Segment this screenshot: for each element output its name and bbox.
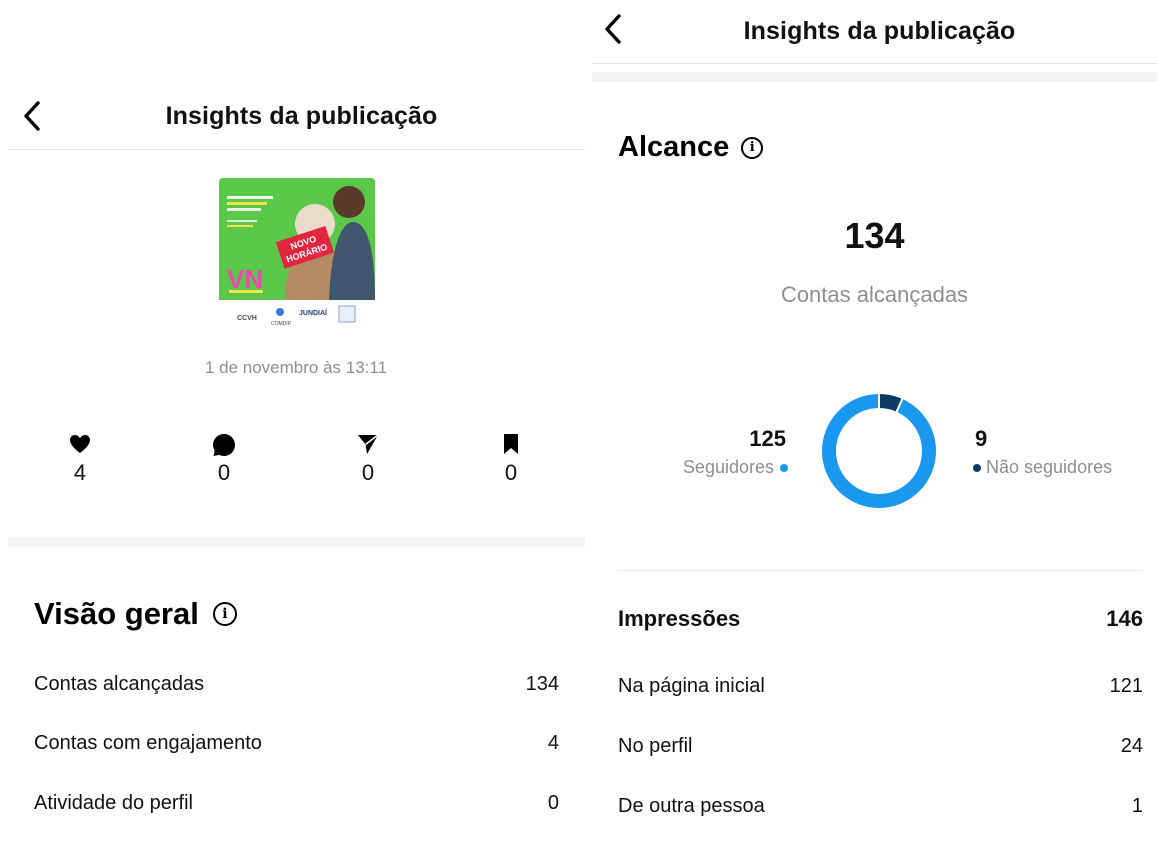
impressions-title: Impressões bbox=[618, 606, 741, 631]
reach-donut-chart bbox=[822, 393, 936, 508]
impressions-row-profile[interactable]: No perfil 24 bbox=[618, 735, 1143, 758]
saves-count: 0 bbox=[504, 460, 518, 485]
followers-legend: Seguidores bbox=[683, 457, 788, 478]
send-icon bbox=[348, 432, 388, 460]
non-followers-label: Não seguidores bbox=[986, 457, 1113, 477]
row-value: 134 bbox=[525, 673, 559, 695]
row-value: 4 bbox=[547, 732, 559, 754]
info-icon[interactable]: i bbox=[741, 136, 764, 159]
section-divider bbox=[592, 72, 1157, 82]
stat-likes: 4 bbox=[60, 432, 100, 486]
row-label: De outra pessoa bbox=[618, 795, 765, 817]
followers-label: Seguidores bbox=[682, 457, 774, 477]
page-title: Insights da publicação bbox=[165, 102, 438, 130]
bookmark-icon bbox=[491, 432, 531, 460]
row-label: Atividade do perfil bbox=[34, 792, 193, 814]
row-label: Contas com engajamento bbox=[34, 732, 262, 754]
row-value: 1 bbox=[1131, 795, 1143, 817]
row-value: 0 bbox=[547, 792, 559, 814]
donut-slice-followers bbox=[822, 394, 936, 508]
thumb-sponsor-jundiai: JUNDIAÍ bbox=[299, 308, 328, 317]
right-insights-panel: Insights da publicação Alcance i 134 Con… bbox=[592, 0, 1157, 865]
impressions-row-home[interactable]: Na página inicial 121 bbox=[618, 675, 1143, 698]
chevron-left-icon bbox=[24, 101, 40, 131]
shares-count: 0 bbox=[361, 460, 375, 485]
post-thumbnail[interactable]: NOVO HORÁRIO VN CCVH COMDIP JUNDIAÍ bbox=[219, 178, 375, 332]
likes-count: 4 bbox=[73, 460, 87, 485]
stat-comments: 0 bbox=[204, 432, 244, 486]
reach-total-label: Contas alcançadas bbox=[780, 282, 969, 307]
reach-title-text: Alcance bbox=[618, 131, 730, 163]
left-header: Insights da publicação bbox=[8, 84, 585, 150]
followers-dot bbox=[780, 463, 788, 472]
overview-row-engaged[interactable]: Contas com engajamento 4 bbox=[34, 732, 559, 755]
row-value: 24 bbox=[1120, 735, 1143, 757]
overview-title-text: Visão geral bbox=[34, 596, 199, 631]
thumb-logo: VN bbox=[227, 264, 263, 294]
stat-saves: 0 bbox=[491, 432, 531, 486]
stat-shares: 0 bbox=[348, 432, 388, 486]
section-divider bbox=[8, 537, 585, 547]
heart-icon bbox=[60, 432, 100, 460]
row-label: Na página inicial bbox=[618, 675, 765, 697]
row-label: Contas alcançadas bbox=[34, 673, 205, 695]
back-button[interactable] bbox=[22, 100, 42, 132]
row-label: No perfil bbox=[618, 735, 693, 757]
info-icon[interactable]: i bbox=[212, 602, 237, 626]
overview-title: Visão geral i bbox=[34, 596, 237, 632]
reach-total: 134 bbox=[844, 215, 905, 256]
reach-title: Alcance i bbox=[618, 131, 764, 164]
impressions-row-other[interactable]: De outra pessoa 1 bbox=[618, 795, 1143, 818]
overview-row-reached[interactable]: Contas alcançadas 134 bbox=[34, 673, 559, 696]
non-followers-legend: Não seguidores bbox=[973, 457, 1112, 478]
thumb-sponsor-ccvh: CCVH bbox=[237, 315, 257, 322]
back-button[interactable] bbox=[603, 13, 623, 45]
section-divider bbox=[618, 570, 1142, 571]
row-value: 121 bbox=[1109, 675, 1143, 697]
impressions-header[interactable]: Impressões 146 bbox=[618, 606, 1143, 632]
impressions-total: 146 bbox=[1106, 606, 1143, 631]
right-header: Insights da publicação bbox=[592, 0, 1157, 64]
page-title: Insights da publicação bbox=[743, 17, 1016, 45]
followers-count: 125 bbox=[749, 426, 786, 451]
comment-icon bbox=[204, 432, 244, 460]
comments-count: 0 bbox=[217, 460, 231, 485]
overview-row-profile-activity[interactable]: Atividade do perfil 0 bbox=[34, 792, 559, 815]
thumb-sponsor-comdip: COMDIP bbox=[271, 321, 292, 327]
post-date: 1 de novembro às 13:11 bbox=[204, 358, 388, 377]
non-followers-dot bbox=[973, 463, 981, 472]
left-insights-panel: Insights da publicação NOVO HORÁRIO VN C… bbox=[0, 0, 592, 865]
non-followers-count: 9 bbox=[975, 426, 988, 451]
chevron-left-icon bbox=[605, 14, 621, 44]
